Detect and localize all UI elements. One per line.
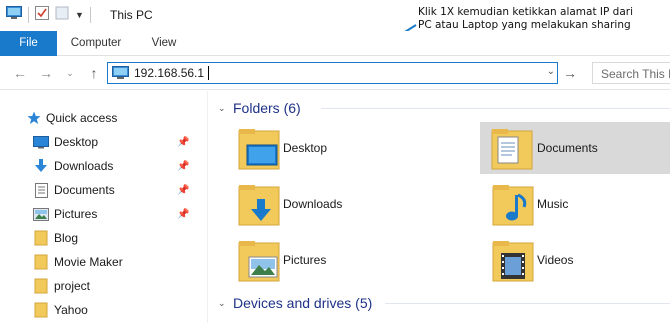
go-arrow-icon[interactable]: → — [561, 64, 579, 82]
download-icon — [33, 158, 49, 174]
tab-file[interactable]: File — [0, 31, 57, 56]
pictures-folder-icon — [238, 241, 280, 282]
collapse-chevron-icon[interactable]: ⌄ — [218, 103, 226, 114]
sidebar-item-downloads[interactable]: Downloads 📌 — [0, 154, 208, 178]
folders-group-header[interactable]: ⌄ Folders (6) — [209, 98, 670, 118]
properties-icon[interactable] — [35, 6, 49, 23]
pin-icon[interactable]: 📌 — [177, 185, 189, 196]
group-divider — [321, 108, 670, 109]
customize-dropdown-icon[interactable]: ▼ — [75, 10, 84, 20]
search-placeholder: Search This PC — [601, 67, 670, 81]
group-title: Folders (6) — [233, 100, 301, 116]
sidebar-item-label: Movie Maker — [54, 255, 123, 269]
sidebar-item-pictures[interactable]: Pictures 📌 — [0, 202, 208, 226]
devices-group-header[interactable]: ⌄ Devices and drives (5) — [209, 293, 670, 313]
navigation-pane: Quick access Desktop 📌 Downloads 📌 Docum… — [0, 91, 208, 323]
group-divider — [385, 303, 670, 304]
address-bar[interactable]: 192.168.56.1 ⌄ — [107, 62, 558, 84]
pin-icon[interactable]: 📌 — [177, 137, 189, 148]
sidebar-item-label: Blog — [54, 231, 79, 245]
sidebar-item-project[interactable]: project — [0, 274, 208, 298]
pictures-icon — [33, 206, 49, 222]
pin-icon[interactable]: 📌 — [177, 161, 189, 172]
quick-access-toolbar: ▼ — [6, 6, 91, 23]
documents-icon — [33, 182, 49, 198]
sidebar-item-yahoo[interactable]: Yahoo — [0, 298, 208, 322]
sidebar-item-blog[interactable]: Blog — [0, 226, 208, 250]
tile-label: Videos — [537, 253, 574, 267]
tile-label: Desktop — [283, 141, 328, 155]
collapse-chevron-icon[interactable]: ⌄ — [218, 298, 226, 309]
folder-icon — [33, 302, 49, 318]
content-pane: ⌄ Folders (6) Desktop Documents Download… — [209, 91, 670, 323]
recent-locations-icon[interactable]: ⌄ — [62, 65, 78, 81]
folder-icon — [33, 230, 49, 246]
tab-computer[interactable]: Computer — [60, 31, 132, 56]
quick-access-item[interactable]: Quick access — [0, 106, 208, 130]
star-icon — [26, 110, 42, 126]
desktop-icon — [33, 134, 49, 150]
sidebar-item-documents[interactable]: Documents 📌 — [0, 178, 208, 202]
folder-icon — [33, 278, 49, 294]
tab-view[interactable]: View — [138, 31, 190, 56]
folder-icon — [33, 254, 49, 270]
quick-access-label: Quick access — [46, 111, 118, 125]
navigation-bar: ← → ⌄ ↑ 192.168.56.1 ⌄ → Search This PC — [0, 56, 670, 90]
sidebar-item-label: Yahoo — [54, 303, 88, 317]
sidebar-item-label: Pictures — [54, 207, 98, 221]
text-caret — [208, 66, 209, 80]
folder-tile-desktop[interactable]: Desktop — [209, 122, 439, 174]
ribbon-tabs: File Computer View — [0, 31, 670, 56]
tile-label: Music — [537, 197, 569, 211]
sidebar-item-label: Desktop — [54, 135, 99, 149]
address-input[interactable]: 192.168.56.1 — [134, 66, 204, 80]
tile-label: Documents — [537, 141, 598, 155]
new-folder-icon[interactable] — [55, 6, 69, 23]
tile-label: Pictures — [283, 253, 327, 267]
this-pc-icon — [112, 66, 129, 83]
toolbar-separator — [28, 6, 29, 23]
group-title: Devices and drives (5) — [233, 295, 373, 311]
sidebar-item-label: Downloads — [54, 159, 114, 173]
sidebar-item-label: project — [54, 279, 91, 293]
folder-tile-downloads[interactable]: Downloads — [209, 178, 439, 230]
folder-tile-pictures[interactable]: Pictures — [209, 234, 439, 286]
folder-tile-documents[interactable]: Documents — [480, 122, 670, 174]
music-folder-icon — [492, 185, 534, 226]
sidebar-item-label: Documents — [54, 183, 115, 197]
tile-label: Downloads — [283, 197, 343, 211]
back-icon[interactable]: ← — [12, 65, 28, 81]
desktop-folder-icon — [238, 129, 280, 170]
pin-icon[interactable]: 📌 — [177, 209, 189, 220]
toolbar-separator — [89, 6, 91, 23]
window-title: This PC — [110, 8, 153, 22]
forward-icon[interactable]: → — [38, 65, 54, 81]
sidebar-item-desktop[interactable]: Desktop 📌 — [0, 130, 208, 154]
videos-folder-icon — [492, 241, 534, 282]
sidebar-item-movie-maker[interactable]: Movie Maker — [0, 250, 208, 274]
search-box[interactable]: Search This PC — [592, 62, 670, 84]
computer-icon[interactable] — [6, 6, 22, 23]
folder-tile-videos[interactable]: Videos — [463, 234, 670, 286]
downloads-folder-icon — [238, 185, 280, 226]
address-dropdown-icon[interactable]: ⌄ — [547, 66, 555, 77]
documents-folder-icon — [491, 129, 533, 170]
up-icon[interactable]: ↑ — [86, 65, 102, 81]
folder-tile-music[interactable]: Music — [463, 178, 670, 230]
